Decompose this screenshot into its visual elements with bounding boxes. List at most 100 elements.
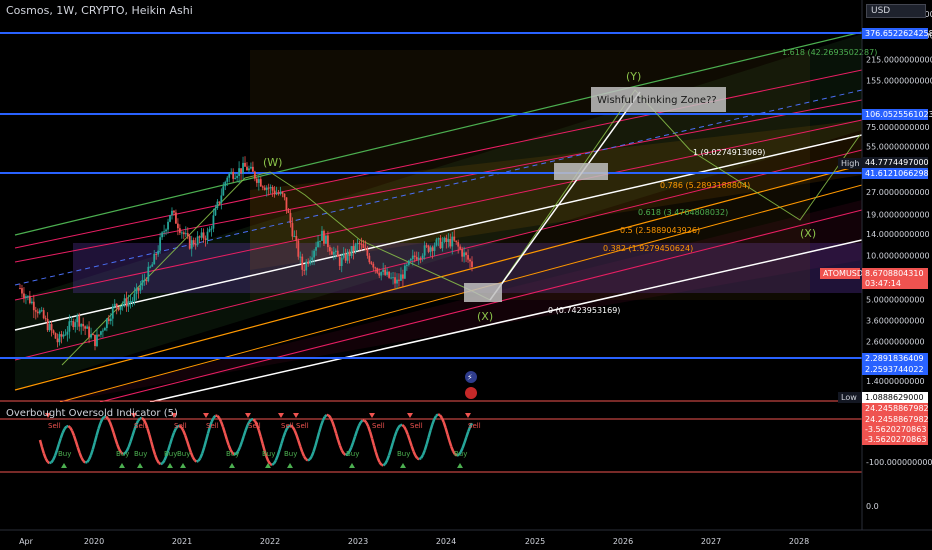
candle-body [54, 333, 57, 339]
buy-label: Buy [262, 450, 275, 458]
candle-body [273, 190, 276, 195]
oscillator-segment [440, 417, 445, 423]
oscillator-segment [49, 461, 52, 465]
candle-body [119, 306, 122, 310]
candle-body [34, 310, 37, 312]
oscillator-segment [218, 417, 223, 423]
candle-body [60, 334, 63, 337]
candle-body [451, 236, 454, 247]
oscillator-segment [191, 456, 196, 461]
candle-body [443, 237, 446, 242]
candle-body [40, 310, 43, 312]
candle-body [42, 310, 45, 319]
oscillator-segment [404, 429, 410, 436]
oscillator-segment [108, 421, 113, 428]
candle-body [28, 295, 31, 304]
sell-label: Sell [206, 422, 219, 430]
indicator-tick-label: -100.0000000000 [866, 458, 932, 467]
oscillator-segment [382, 462, 387, 467]
candle-body [90, 334, 92, 338]
oscillator-segment [67, 425, 71, 429]
candle-body [88, 326, 90, 338]
candle-body [38, 310, 41, 314]
candle-body [250, 166, 252, 169]
candle-body [220, 195, 223, 203]
oscillator-segment [450, 446, 455, 452]
indicator-value-label: 24.2458867982 [862, 403, 929, 414]
oscillator-segment [216, 414, 221, 419]
indicator-value-label: -3.5620270863 [862, 434, 928, 445]
candle-body [427, 245, 430, 252]
wave-label-w: (W) [263, 156, 282, 169]
candle-body [467, 255, 469, 260]
candle-body [222, 186, 225, 196]
candle-body [364, 247, 367, 250]
annotation-box[interactable] [464, 283, 502, 302]
candle-body [46, 318, 49, 331]
candle-body [277, 193, 280, 195]
oscillator-segment [219, 421, 225, 428]
sell-label: Sell [410, 422, 423, 430]
candle-body [184, 233, 187, 235]
wave-label-y: (Y) [626, 70, 641, 83]
candle-body [109, 318, 112, 322]
candle-body [368, 255, 371, 263]
candle-body [382, 269, 385, 272]
candle-body [449, 238, 452, 247]
oscillator-segment [303, 455, 308, 461]
candle-body [435, 239, 438, 246]
candle-body [289, 212, 292, 224]
oscillator-segment [80, 457, 85, 462]
candle-body [317, 241, 319, 248]
annotation-box[interactable] [554, 163, 608, 180]
candle-body [180, 232, 183, 234]
candle-body [216, 201, 219, 209]
candle-body [403, 265, 406, 279]
candle-body [175, 212, 177, 224]
price-label: 2.2891836409 [862, 353, 928, 364]
candle-body [344, 253, 347, 261]
price-tick-label: 155.0000000000 [866, 77, 932, 86]
oscillator-segment [433, 415, 438, 420]
candle-body [340, 257, 343, 266]
candle-body [263, 187, 266, 190]
candle-body [311, 257, 314, 261]
candle-body [103, 328, 106, 331]
candle-body [441, 241, 444, 249]
candle-body [356, 243, 359, 245]
flag-icon[interactable] [465, 387, 477, 399]
oscillator-segment [86, 458, 91, 463]
oscillator-segment [431, 418, 436, 425]
candle-body [204, 238, 207, 240]
candle-body [196, 236, 199, 245]
candle-body [236, 175, 239, 178]
oscillator-segment [197, 457, 202, 462]
candle-body [297, 240, 300, 257]
oscillator-segment [170, 432, 176, 439]
oscillator-segment [363, 419, 368, 424]
candle-body [226, 177, 229, 182]
oscillator-segment [61, 428, 66, 434]
candle-body [325, 235, 327, 244]
oscillator-segment [327, 414, 332, 419]
candle-body [259, 179, 262, 187]
candle-body [419, 257, 422, 259]
candle-body [271, 187, 274, 191]
candle-body [157, 250, 160, 255]
oscillator-segment [321, 416, 326, 421]
chart-canvas[interactable]: 1.618 (42.2693502287) 1 (9.0274913069) 0… [0, 0, 932, 550]
candle-body [348, 251, 351, 256]
currency-selector[interactable]: USD [866, 4, 926, 18]
candle-body [64, 334, 67, 336]
price-tick-label: 2.6000000000 [866, 337, 925, 346]
candle-body [208, 229, 211, 232]
oscillator-segment [282, 431, 287, 438]
price-label: 1.0888629000 [862, 392, 928, 403]
sell-label: Sell [134, 422, 147, 430]
sell-label: Sell [48, 422, 61, 430]
candle-body [295, 236, 298, 241]
oscillator-segment [238, 441, 244, 448]
candle-body [252, 166, 254, 172]
candle-body [198, 236, 201, 238]
candle-body [336, 250, 339, 257]
